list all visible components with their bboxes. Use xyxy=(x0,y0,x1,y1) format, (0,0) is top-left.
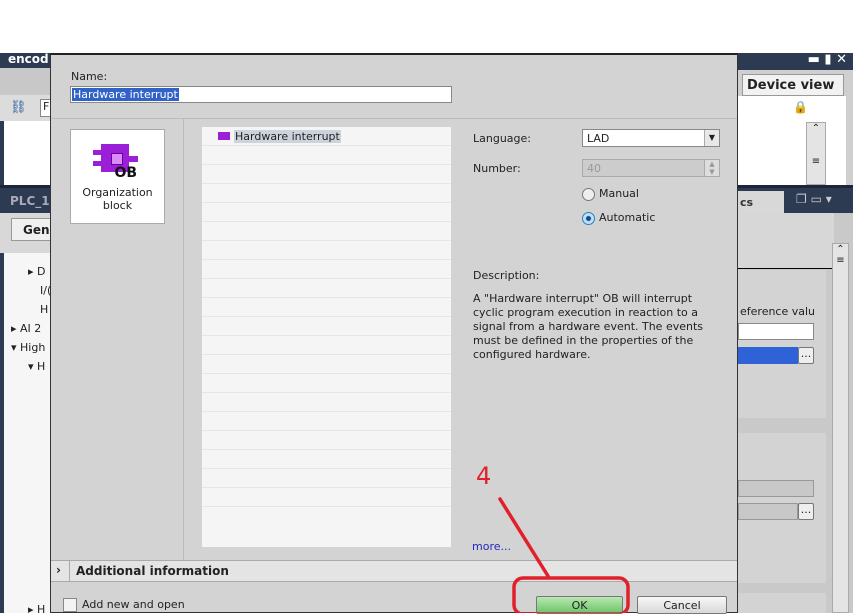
annotation-overlay xyxy=(498,497,630,613)
annotation-arrow-line xyxy=(498,497,550,578)
annotation-highlight-box xyxy=(512,576,630,613)
